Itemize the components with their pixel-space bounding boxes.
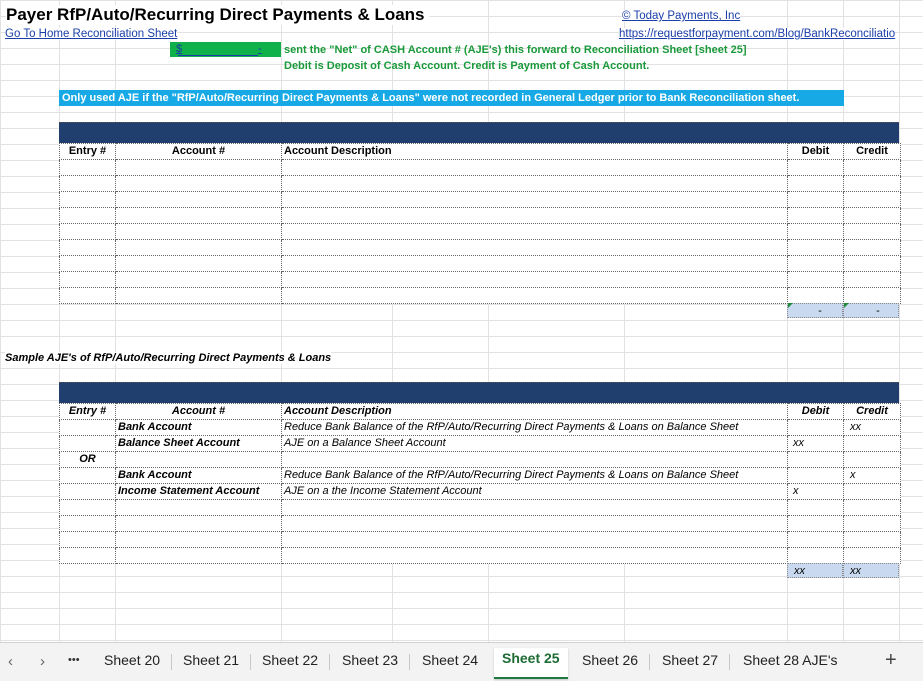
debit-cell: xx xyxy=(787,435,844,452)
debit-cell xyxy=(787,467,844,484)
table-row[interactable] xyxy=(59,547,901,564)
col-header-credit: Credit xyxy=(843,143,901,160)
net-cash-note: sent the "Net" of CASH Account # (AJE's)… xyxy=(284,44,747,56)
total-debit-cell[interactable]: - xyxy=(787,303,843,318)
aje-entry-table: Entry # Account # Account Description De… xyxy=(59,143,901,304)
col-header-description: Account Description xyxy=(281,143,788,160)
sample-total-credit-cell[interactable]: xx xyxy=(843,563,899,578)
table-row[interactable] xyxy=(59,207,901,224)
table-header-row: Entry # Account # Account Description De… xyxy=(59,403,901,420)
table-row[interactable]: Balance Sheet Account AJE on a Balance S… xyxy=(59,435,901,452)
table-row[interactable] xyxy=(59,175,901,192)
account-cell: Bank Account xyxy=(115,467,282,484)
table-row[interactable]: Bank Account Reduce Bank Balance of the … xyxy=(59,419,901,436)
tab-sheet-22[interactable]: Sheet 22 xyxy=(262,652,318,668)
col-header-debit: Debit xyxy=(787,403,844,420)
entry-cell xyxy=(59,435,116,452)
table-row[interactable] xyxy=(59,515,901,532)
table-row[interactable] xyxy=(59,499,901,516)
more-tabs-icon[interactable]: ••• xyxy=(68,654,80,666)
add-sheet-icon[interactable]: + xyxy=(885,649,897,672)
sheet-tab-bar: ‹ › ••• Sheet 20 Sheet 21 Sheet 22 Sheet… xyxy=(0,642,923,681)
tab-sheet-21[interactable]: Sheet 21 xyxy=(183,652,239,668)
tab-separator xyxy=(329,654,330,670)
error-indicator-icon xyxy=(844,303,849,308)
account-cell: Income Statement Account xyxy=(115,483,282,500)
table2-header-bar xyxy=(59,382,899,404)
debit-cell xyxy=(787,419,844,436)
sample-aje-table: Entry # Account # Account Description De… xyxy=(59,403,901,564)
credit-cell xyxy=(843,435,901,452)
description-cell: AJE on a the Income Statement Account xyxy=(281,483,788,500)
debit-credit-note: Debit is Deposit of Cash Account. Credit… xyxy=(284,60,650,72)
error-indicator-icon xyxy=(788,303,793,308)
chevron-left-icon[interactable]: ‹ xyxy=(8,653,13,670)
company-link[interactable]: © Today Payments, Inc xyxy=(622,10,741,22)
col-header-entry: Entry # xyxy=(59,143,116,160)
table-row[interactable] xyxy=(59,271,901,288)
col-header-debit: Debit xyxy=(787,143,844,160)
account-cell xyxy=(115,451,282,468)
total-credit-cell[interactable]: - xyxy=(843,303,899,318)
tab-sheet-25[interactable]: Sheet 25 xyxy=(494,648,568,679)
home-reconciliation-link[interactable]: Go To Home Reconciliation Sheet xyxy=(5,28,178,40)
col-header-account: Account # xyxy=(115,403,282,420)
sample-total-debit-cell[interactable]: xx xyxy=(787,563,843,578)
description-cell xyxy=(281,451,788,468)
table-row[interactable] xyxy=(59,239,901,256)
col-header-account: Account # xyxy=(115,143,282,160)
net-cash-value: - xyxy=(258,43,262,55)
tab-separator xyxy=(171,654,172,670)
aje-instruction-banner: Only used AJE if the "RfP/Auto/Recurring… xyxy=(59,90,844,106)
description-cell: AJE on a Balance Sheet Account xyxy=(281,435,788,452)
credit-cell: x xyxy=(843,467,901,484)
table-row[interactable] xyxy=(59,223,901,240)
credit-cell xyxy=(843,483,901,500)
blog-url-link[interactable]: https://requestforpayment.com/Blog/BankR… xyxy=(619,28,896,40)
page-title: Payer RfP/Auto/Recurring Direct Payments… xyxy=(6,5,429,25)
description-cell: Reduce Bank Balance of the RfP/Auto/Recu… xyxy=(281,419,788,436)
col-header-entry: Entry # xyxy=(59,403,116,420)
tab-separator xyxy=(649,654,650,670)
value-underline xyxy=(178,43,258,56)
tab-sheet-24[interactable]: Sheet 24 xyxy=(422,652,478,668)
table-row[interactable]: Bank Account Reduce Bank Balance of the … xyxy=(59,467,901,484)
entry-cell: OR xyxy=(59,451,116,468)
entry-cell xyxy=(59,467,116,484)
tab-sheet-27[interactable]: Sheet 27 xyxy=(662,652,718,668)
entry-cell xyxy=(59,483,116,500)
account-cell: Bank Account xyxy=(115,419,282,436)
table-header-row: Entry # Account # Account Description De… xyxy=(59,143,901,160)
tab-separator xyxy=(729,654,730,670)
sample-heading: Sample AJE's of RfP/Auto/Recurring Direc… xyxy=(5,352,332,364)
tab-separator xyxy=(409,654,410,670)
tab-sheet-26[interactable]: Sheet 26 xyxy=(582,652,638,668)
debit-cell xyxy=(787,451,844,468)
net-cash-value-cell[interactable]: $ - xyxy=(170,42,281,57)
col-header-description: Account Description xyxy=(281,403,788,420)
account-cell: Balance Sheet Account xyxy=(115,435,282,452)
table-row[interactable] xyxy=(59,531,901,548)
tab-sheet-28-aje[interactable]: Sheet 28 AJE's xyxy=(743,652,838,668)
table1-header-bar xyxy=(59,122,899,144)
table-row[interactable]: Income Statement Account AJE on a the In… xyxy=(59,483,901,500)
chevron-right-icon[interactable]: › xyxy=(40,653,45,670)
table-row[interactable] xyxy=(59,191,901,208)
description-cell: Reduce Bank Balance of the RfP/Auto/Recu… xyxy=(281,467,788,484)
debit-cell: x xyxy=(787,483,844,500)
table-row[interactable] xyxy=(59,255,901,272)
table-row[interactable]: OR xyxy=(59,451,901,468)
col-header-credit: Credit xyxy=(843,403,901,420)
credit-cell xyxy=(843,451,901,468)
tab-sheet-23[interactable]: Sheet 23 xyxy=(342,652,398,668)
table-row[interactable] xyxy=(59,159,901,176)
table-row[interactable] xyxy=(59,287,901,304)
entry-cell xyxy=(59,419,116,436)
tab-sheet-20[interactable]: Sheet 20 xyxy=(104,652,160,668)
credit-cell: xx xyxy=(843,419,901,436)
tab-separator xyxy=(250,654,251,670)
